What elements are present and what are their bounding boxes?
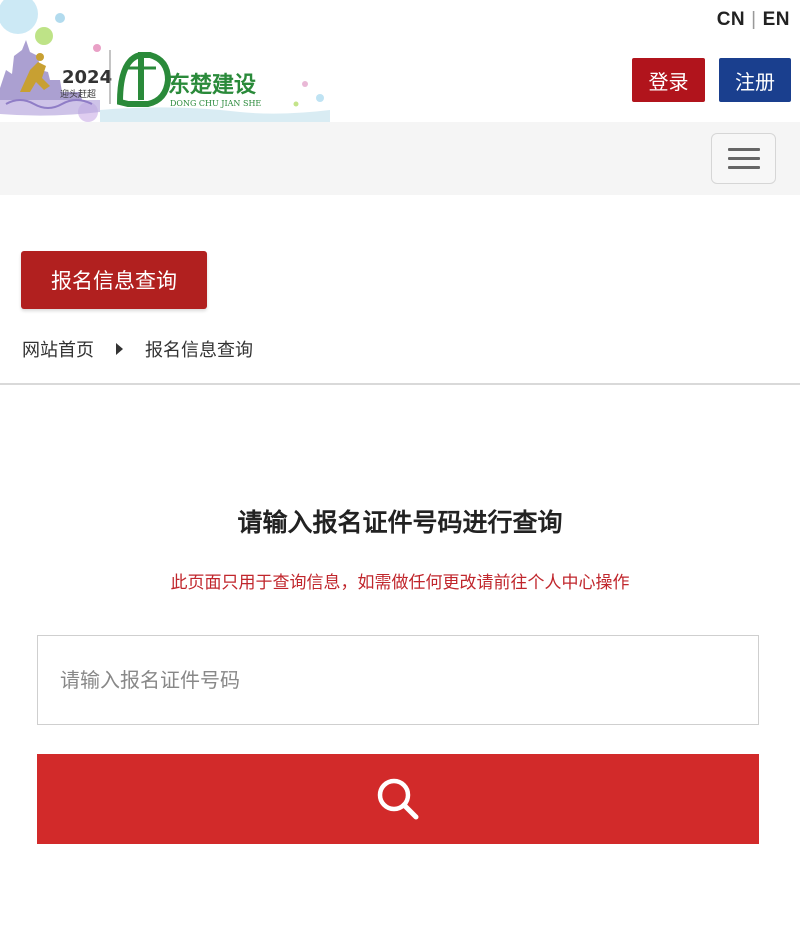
lang-cn-link[interactable]: CN (717, 9, 745, 31)
section-title: 报名信息查询 (21, 251, 207, 309)
id-number-input[interactable] (37, 635, 759, 725)
query-note: 此页面只用于查询信息，如需做任何更改请前往个人中心操作 (170, 573, 630, 593)
site-logo[interactable]: 2024 迎头赶超 东楚建设 DONG CHU JIAN SHE (0, 0, 330, 122)
logo-brand-cn: 东楚建设 (168, 72, 256, 98)
lang-en-link[interactable]: EN (763, 9, 790, 31)
breadcrumb: 网站首页 报名信息查询 (22, 336, 253, 362)
lang-separator: | (751, 9, 757, 30)
site-header: 2024 迎头赶超 东楚建设 DONG CHU JIAN SHE CN | EN 登… (0, 0, 800, 122)
search-button[interactable] (37, 754, 759, 844)
breadcrumb-current: 报名信息查询 (145, 340, 253, 361)
language-switcher: CN | EN (717, 9, 790, 31)
register-button[interactable]: 注册 (719, 58, 791, 102)
breadcrumb-home-link[interactable]: 网站首页 (22, 336, 94, 362)
login-button[interactable]: 登录 (632, 58, 705, 102)
query-title: 请输入报名证件号码进行查询 (237, 508, 563, 537)
search-icon (377, 778, 419, 820)
breadcrumb-arrow-icon (116, 343, 123, 355)
navbar (0, 122, 800, 195)
logo-brand-en: DONG CHU JIAN SHE (170, 99, 261, 108)
logo-event: 迎头赶超 (60, 88, 96, 100)
logo-year: 2024 (62, 67, 112, 88)
divider (0, 383, 800, 385)
hamburger-icon[interactable] (711, 133, 776, 184)
